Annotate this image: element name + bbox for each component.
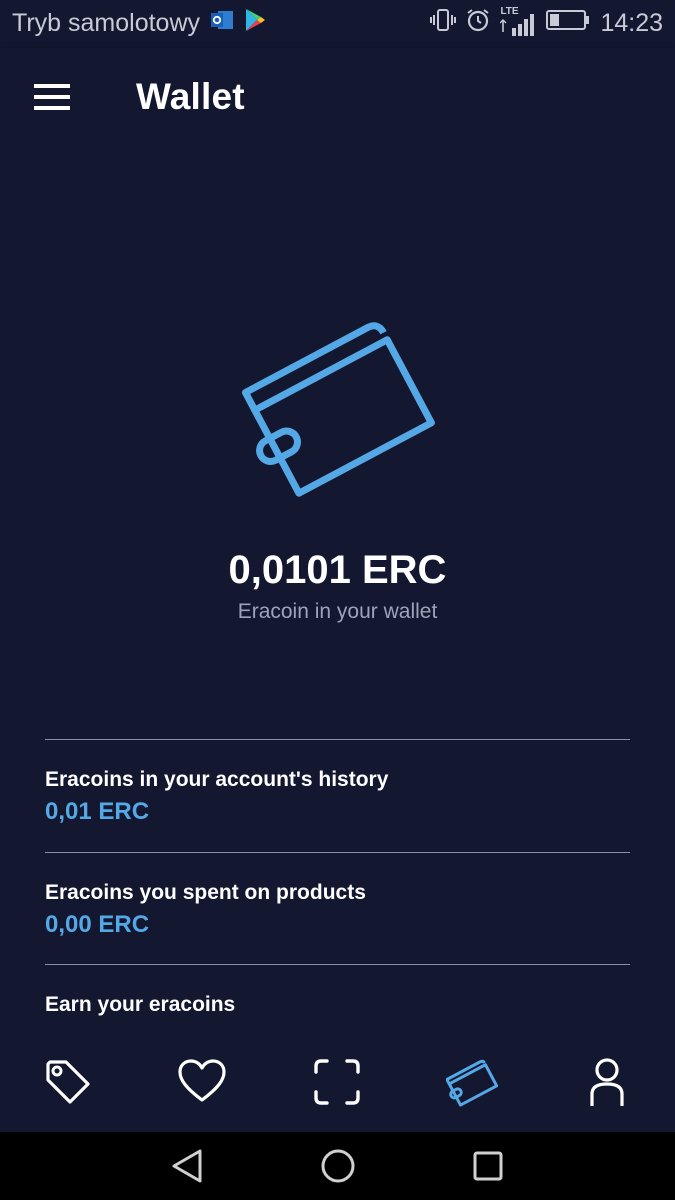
nav-scan-button[interactable] [311, 1056, 363, 1108]
page-title: Wallet [136, 76, 245, 117]
nav-profile-button[interactable] [581, 1056, 633, 1108]
home-button[interactable] [318, 1146, 358, 1186]
hamburger-icon [34, 84, 70, 110]
recents-icon [473, 1151, 503, 1181]
tag-icon [46, 1060, 90, 1104]
signal-icon: LTE [500, 6, 536, 38]
home-icon [321, 1149, 355, 1183]
back-button[interactable] [168, 1146, 208, 1186]
nav-favorites-button[interactable] [176, 1056, 228, 1108]
profile-icon [590, 1058, 624, 1106]
history-row-value: 0,01 ERC [45, 798, 150, 825]
nav-wallet-button[interactable] [445, 1056, 499, 1108]
vibrate-icon [430, 8, 457, 39]
scan-icon [314, 1059, 360, 1105]
carrier-label: Tryb samolotowy [12, 9, 201, 37]
wallet-balance-caption: Eracoin in your wallet [237, 600, 438, 623]
alarm-icon [466, 8, 490, 39]
spent-row-value: 0,00 ERC [45, 911, 150, 938]
status-left: Tryb samolotowy [12, 8, 266, 39]
play-store-icon [244, 8, 266, 39]
earn-row-title: Earn your eracoins [45, 993, 236, 1016]
wallet-hero-icon [232, 305, 442, 505]
back-icon [172, 1149, 202, 1183]
battery-icon [546, 9, 590, 38]
wallet-balance: 0,0101 ERC [228, 548, 447, 592]
system-nav-bar [0, 1132, 675, 1200]
recents-button[interactable] [468, 1146, 508, 1186]
heart-icon [178, 1059, 226, 1102]
menu-button[interactable] [30, 78, 74, 118]
nav-tag-button[interactable] [42, 1056, 94, 1108]
history-row[interactable] [45, 740, 630, 852]
spent-row[interactable] [45, 853, 630, 964]
spent-row-title: Eracoins you spent on products [45, 881, 366, 904]
history-row-title: Eracoins in your account's history [45, 768, 389, 791]
app-bar: Wallet [0, 48, 675, 150]
clock-label: 14:23 [600, 9, 663, 37]
bottom-nav [0, 1030, 675, 1132]
wallet-icon [445, 1059, 499, 1107]
wallet-content: 0,0101 ERC Eracoin in your wallet Eracoi… [0, 150, 675, 1030]
outlook-icon [210, 9, 234, 38]
status-bar: Tryb samolotowy LTE 14:23 [0, 0, 675, 48]
status-right: LTE 14:23 [430, 6, 663, 39]
